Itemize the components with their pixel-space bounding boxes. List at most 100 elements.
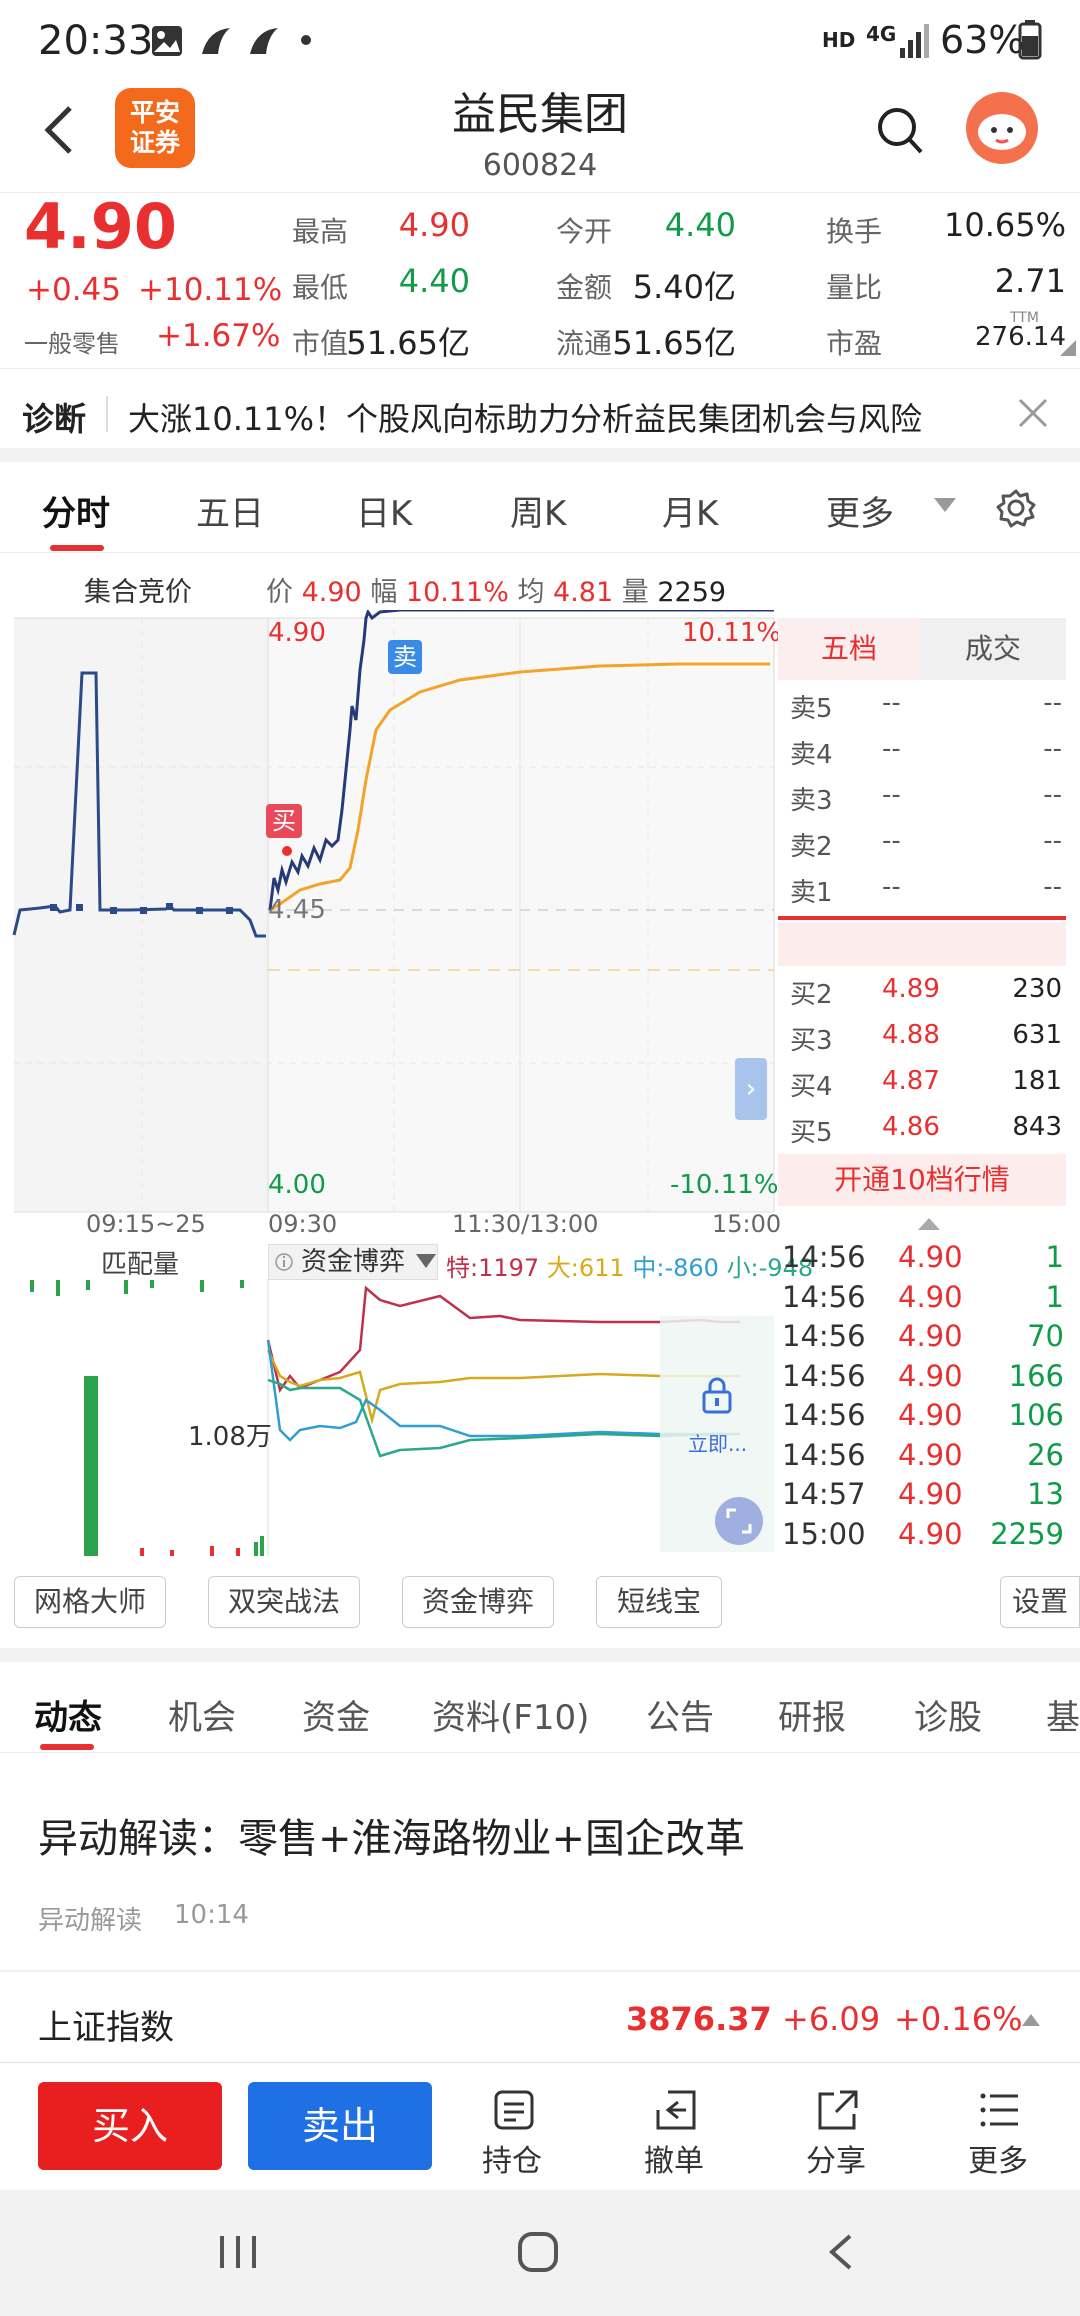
- stat-label: 今开: [556, 215, 613, 248]
- index-pct: +0.16%: [894, 2000, 1023, 2038]
- close-icon[interactable]: [1016, 396, 1050, 430]
- home-icon[interactable]: [516, 2230, 560, 2274]
- back-nav-icon[interactable]: [826, 2232, 856, 2272]
- corner-triangle-icon: [1060, 340, 1076, 356]
- news-tab-0[interactable]: 动态: [34, 1690, 102, 1739]
- ask-price: --: [882, 734, 901, 764]
- chart-tab-2[interactable]: 日K: [356, 486, 412, 535]
- ask-volume: --: [1043, 688, 1062, 718]
- settings-icon[interactable]: [996, 488, 1036, 528]
- stat-label: 流通: [556, 327, 613, 360]
- lock-icon[interactable]: [700, 1376, 734, 1414]
- feature-button[interactable]: 短线宝: [596, 1576, 722, 1628]
- fund-flow-chart[interactable]: [0, 1280, 780, 1558]
- cancel-order-button[interactable]: 撤单: [624, 2088, 724, 2180]
- stat-label: 量比: [826, 271, 883, 304]
- chart-tab-0[interactable]: 分时: [42, 486, 110, 535]
- bid-volume: 181: [1012, 1066, 1062, 1096]
- expand-up-icon[interactable]: [1022, 2012, 1040, 2026]
- tab-trades[interactable]: 成交: [920, 618, 1066, 680]
- price-change-pct: +10.11%: [138, 272, 283, 308]
- ask-label: 卖3: [790, 786, 833, 816]
- tick-time: 14:56: [782, 1437, 866, 1472]
- bid-price: 4.89: [882, 974, 940, 1004]
- index-name[interactable]: 上证指数: [38, 2000, 174, 2049]
- stat-label: 最低: [292, 271, 349, 304]
- chart-tab-5[interactable]: 更多: [826, 486, 894, 535]
- ask-volume: --: [1043, 734, 1062, 764]
- sell-button[interactable]: 卖出: [248, 2082, 432, 2170]
- chart-tab-1[interactable]: 五日: [196, 486, 264, 535]
- unlock-text[interactable]: 立即...: [688, 1428, 747, 1457]
- network-label: 4G: [866, 22, 897, 46]
- news-tab-underline: [40, 1744, 94, 1750]
- gallery-icon: [152, 26, 182, 56]
- news-time: 10:14: [174, 1900, 249, 1930]
- feature-button[interactable]: 双突战法: [208, 1576, 360, 1628]
- news-tab-1[interactable]: 机会: [168, 1690, 236, 1739]
- tick-time: 14:56: [782, 1240, 866, 1274]
- ask-label: 卖2: [790, 832, 833, 862]
- tick-price: 4.90: [898, 1279, 963, 1314]
- stat-value: 4.90: [398, 206, 470, 244]
- tick-volume: 166: [1008, 1358, 1064, 1393]
- stat-label: 换手: [826, 215, 883, 248]
- search-icon[interactable]: [876, 106, 924, 156]
- tick-volume: 26: [1027, 1437, 1064, 1472]
- feature-button[interactable]: 资金博弈: [402, 1576, 554, 1628]
- buy-button[interactable]: 买入: [38, 2082, 222, 2170]
- settings-button[interactable]: 设置: [1000, 1576, 1080, 1628]
- stat-value: 4.40: [664, 206, 736, 244]
- stat-value: 5.40亿: [632, 268, 736, 306]
- buy-tag[interactable]: 买: [266, 804, 302, 838]
- dot-icon: [301, 35, 311, 45]
- ask-volume: --: [1043, 872, 1062, 902]
- chart-tab-4[interactable]: 月K: [662, 486, 718, 535]
- holdings-button[interactable]: 持仓: [462, 2088, 562, 2180]
- bid1-highlight: [778, 922, 1066, 966]
- news-tab-2[interactable]: 资金: [302, 1690, 370, 1739]
- dropdown-arrow-icon[interactable]: [416, 1254, 436, 1270]
- divider: [0, 1970, 1080, 1972]
- bid-volume: 843: [1012, 1112, 1062, 1142]
- news-tab-3[interactable]: 资料(F10): [432, 1690, 589, 1739]
- stat-value: 2.71: [994, 262, 1066, 300]
- scroll-up-icon[interactable]: [918, 1216, 940, 1230]
- ask-label: 卖1: [790, 878, 833, 908]
- sell-tag[interactable]: 卖: [388, 640, 422, 674]
- news-tab-5[interactable]: 研报: [778, 1690, 846, 1739]
- more-button[interactable]: 更多: [948, 2088, 1048, 2180]
- match-volume-label: 匹配量: [100, 1250, 179, 1280]
- expand-panel-icon[interactable]: ›: [735, 1058, 767, 1120]
- menu-list-icon: [980, 2093, 1018, 2127]
- price-change: +0.45: [26, 272, 121, 308]
- divider: [106, 396, 108, 432]
- chart-bottom-left-label: 4.00: [268, 1170, 326, 1200]
- tick-volume: 70: [1027, 1319, 1064, 1353]
- fullscreen-icon[interactable]: [714, 1496, 764, 1546]
- avatar[interactable]: [966, 92, 1038, 164]
- info-icon[interactable]: [274, 1252, 294, 1272]
- tab-depth[interactable]: 五档: [778, 618, 920, 680]
- tick-volume: 13: [1027, 1477, 1064, 1511]
- dropdown-arrow-icon[interactable]: [934, 498, 956, 514]
- news-tab-7[interactable]: 基: [1046, 1690, 1080, 1739]
- ask-price: --: [882, 826, 901, 856]
- news-title[interactable]: 异动解读：零售+淮海路物业+国企改革: [38, 1806, 745, 1864]
- tick-time: 14:56: [782, 1279, 866, 1314]
- intraday-chart[interactable]: [0, 610, 780, 1240]
- recent-apps-icon[interactable]: [216, 2232, 260, 2272]
- news-tab-4[interactable]: 公告: [646, 1690, 714, 1739]
- bid-price: 4.86: [882, 1112, 940, 1142]
- diagnosis-text[interactable]: 大涨10.11%！个股风向标助力分析益民集团机会与风险: [128, 394, 922, 440]
- chart-top-left-label: 4.90: [268, 618, 326, 648]
- feature-button[interactable]: 网格大师: [14, 1576, 166, 1628]
- tick-price: 4.90: [898, 1358, 963, 1393]
- ask-volume: --: [1043, 780, 1062, 810]
- chart-tab-3[interactable]: 周K: [510, 486, 566, 535]
- open-10-level-button[interactable]: 开通10档行情: [778, 1154, 1066, 1206]
- news-tab-6[interactable]: 诊股: [914, 1690, 982, 1739]
- tick-time: 14:56: [782, 1358, 866, 1393]
- share-button[interactable]: 分享: [786, 2088, 886, 2180]
- stat-value: 4.40: [398, 262, 470, 300]
